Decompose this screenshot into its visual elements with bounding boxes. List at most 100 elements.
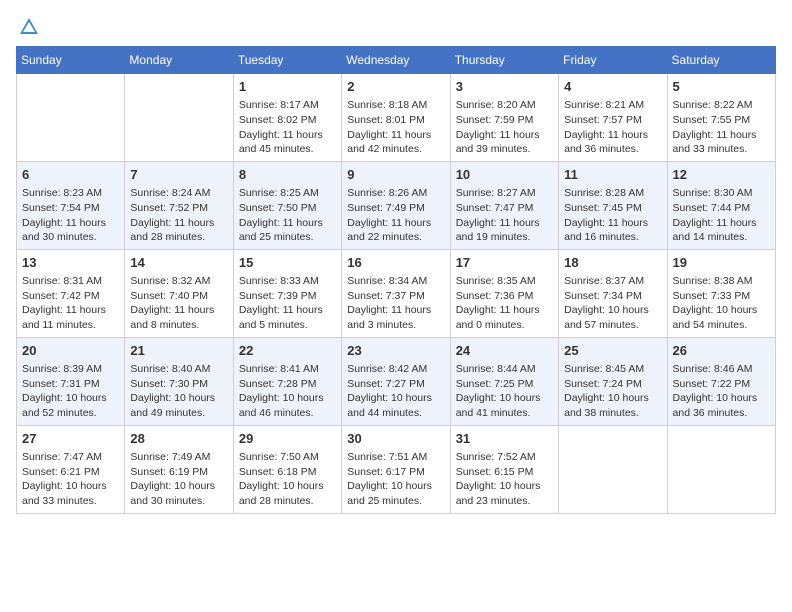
cell-content: Sunrise: 8:25 AM Sunset: 7:50 PM Dayligh… (239, 186, 336, 245)
cell-content: Sunrise: 8:44 AM Sunset: 7:25 PM Dayligh… (456, 362, 553, 421)
cell-content: Sunrise: 8:31 AM Sunset: 7:42 PM Dayligh… (22, 274, 119, 333)
calendar-cell: 25 Sunrise: 8:45 AM Sunset: 7:24 PM Dayli… (559, 337, 667, 425)
calendar-cell: 7 Sunrise: 8:24 AM Sunset: 7:52 PM Daylig… (125, 161, 233, 249)
calendar-cell: 2 Sunrise: 8:18 AM Sunset: 8:01 PM Daylig… (342, 74, 450, 162)
day-number: 25 (564, 342, 661, 360)
page-header (16, 16, 776, 38)
cell-content: Sunrise: 8:23 AM Sunset: 7:54 PM Dayligh… (22, 186, 119, 245)
cell-content: Sunrise: 8:46 AM Sunset: 7:22 PM Dayligh… (673, 362, 770, 421)
calendar-cell: 5Sunrise: 8:22 AM Sunset: 7:55 PM Daylig… (667, 74, 775, 162)
day-header-monday: Monday (125, 47, 233, 74)
calendar-cell (667, 425, 775, 513)
cell-content: Sunrise: 8:40 AM Sunset: 7:30 PM Dayligh… (130, 362, 227, 421)
day-header-sunday: Sunday (17, 47, 125, 74)
cell-content: Sunrise: 8:24 AM Sunset: 7:52 PM Dayligh… (130, 186, 227, 245)
calendar-cell: 29 Sunrise: 7:50 AM Sunset: 6:18 PM Dayli… (233, 425, 341, 513)
cell-content: Sunrise: 8:42 AM Sunset: 7:27 PM Dayligh… (347, 362, 444, 421)
day-number: 2 (347, 78, 444, 96)
day-number: 11 (564, 166, 661, 184)
day-header-wednesday: Wednesday (342, 47, 450, 74)
calendar-cell: 19Sunrise: 8:38 AM Sunset: 7:33 PM Dayli… (667, 249, 775, 337)
calendar-week-row: 27 Sunrise: 7:47 AM Sunset: 6:21 PM Dayli… (17, 425, 776, 513)
cell-content: Sunrise: 8:17 AM Sunset: 8:02 PM Dayligh… (239, 98, 336, 157)
day-number: 10 (456, 166, 553, 184)
calendar-cell (559, 425, 667, 513)
cell-content: Sunrise: 7:51 AM Sunset: 6:17 PM Dayligh… (347, 450, 444, 509)
cell-content: Sunrise: 8:33 AM Sunset: 7:39 PM Dayligh… (239, 274, 336, 333)
calendar-cell: 18 Sunrise: 8:37 AM Sunset: 7:34 PM Dayli… (559, 249, 667, 337)
calendar-cell: 16 Sunrise: 8:34 AM Sunset: 7:37 PM Dayli… (342, 249, 450, 337)
day-number: 15 (239, 254, 336, 272)
calendar-cell: 12 Sunrise: 8:30 AM Sunset: 7:44 PM Dayli… (667, 161, 775, 249)
calendar-cell: 8 Sunrise: 8:25 AM Sunset: 7:50 PM Daylig… (233, 161, 341, 249)
calendar-cell: 14 Sunrise: 8:32 AM Sunset: 7:40 PM Dayli… (125, 249, 233, 337)
calendar-cell: 27 Sunrise: 7:47 AM Sunset: 6:21 PM Dayli… (17, 425, 125, 513)
cell-content: Sunrise: 8:32 AM Sunset: 7:40 PM Dayligh… (130, 274, 227, 333)
cell-content: Sunrise: 8:28 AM Sunset: 7:45 PM Dayligh… (564, 186, 661, 245)
cell-content: Sunrise: 8:26 AM Sunset: 7:49 PM Dayligh… (347, 186, 444, 245)
day-number: 3 (456, 78, 553, 96)
calendar-week-row: 1 Sunrise: 8:17 AM Sunset: 8:02 PM Daylig… (17, 74, 776, 162)
calendar-cell: 17Sunrise: 8:35 AM Sunset: 7:36 PM Dayli… (450, 249, 558, 337)
calendar-week-row: 13Sunrise: 8:31 AM Sunset: 7:42 PM Dayli… (17, 249, 776, 337)
calendar-cell: 13Sunrise: 8:31 AM Sunset: 7:42 PM Dayli… (17, 249, 125, 337)
day-number: 26 (673, 342, 770, 360)
cell-content: Sunrise: 8:21 AM Sunset: 7:57 PM Dayligh… (564, 98, 661, 157)
cell-content: Sunrise: 8:37 AM Sunset: 7:34 PM Dayligh… (564, 274, 661, 333)
day-number: 6 (22, 166, 119, 184)
calendar-week-row: 6 Sunrise: 8:23 AM Sunset: 7:54 PM Daylig… (17, 161, 776, 249)
cell-content: Sunrise: 8:45 AM Sunset: 7:24 PM Dayligh… (564, 362, 661, 421)
cell-content: Sunrise: 8:27 AM Sunset: 7:47 PM Dayligh… (456, 186, 553, 245)
day-number: 8 (239, 166, 336, 184)
calendar-week-row: 20Sunrise: 8:39 AM Sunset: 7:31 PM Dayli… (17, 337, 776, 425)
day-number: 19 (673, 254, 770, 272)
logo (16, 16, 40, 38)
calendar-table: SundayMondayTuesdayWednesdayThursdayFrid… (16, 46, 776, 514)
calendar-cell: 10 Sunrise: 8:27 AM Sunset: 7:47 PM Dayli… (450, 161, 558, 249)
day-number: 22 (239, 342, 336, 360)
cell-content: Sunrise: 8:20 AM Sunset: 7:59 PM Dayligh… (456, 98, 553, 157)
day-number: 30 (347, 430, 444, 448)
day-number: 16 (347, 254, 444, 272)
calendar-cell: 31 Sunrise: 7:52 AM Sunset: 6:15 PM Dayli… (450, 425, 558, 513)
calendar-cell: 23 Sunrise: 8:42 AM Sunset: 7:27 PM Dayli… (342, 337, 450, 425)
day-number: 18 (564, 254, 661, 272)
day-number: 28 (130, 430, 227, 448)
calendar-cell: 1 Sunrise: 8:17 AM Sunset: 8:02 PM Daylig… (233, 74, 341, 162)
day-number: 5 (673, 78, 770, 96)
day-header-saturday: Saturday (667, 47, 775, 74)
cell-content: Sunrise: 7:52 AM Sunset: 6:15 PM Dayligh… (456, 450, 553, 509)
day-number: 14 (130, 254, 227, 272)
day-number: 17 (456, 254, 553, 272)
calendar-cell: 15 Sunrise: 8:33 AM Sunset: 7:39 PM Dayli… (233, 249, 341, 337)
day-number: 27 (22, 430, 119, 448)
calendar-cell: 11 Sunrise: 8:28 AM Sunset: 7:45 PM Dayli… (559, 161, 667, 249)
calendar-cell: 21 Sunrise: 8:40 AM Sunset: 7:30 PM Dayli… (125, 337, 233, 425)
calendar-cell: 3 Sunrise: 8:20 AM Sunset: 7:59 PM Daylig… (450, 74, 558, 162)
day-number: 12 (673, 166, 770, 184)
day-number: 21 (130, 342, 227, 360)
calendar-cell: 22Sunrise: 8:41 AM Sunset: 7:28 PM Dayli… (233, 337, 341, 425)
cell-content: Sunrise: 8:18 AM Sunset: 8:01 PM Dayligh… (347, 98, 444, 157)
cell-content: Sunrise: 7:47 AM Sunset: 6:21 PM Dayligh… (22, 450, 119, 509)
day-number: 29 (239, 430, 336, 448)
day-header-friday: Friday (559, 47, 667, 74)
day-number: 7 (130, 166, 227, 184)
day-number: 24 (456, 342, 553, 360)
calendar-cell: 4 Sunrise: 8:21 AM Sunset: 7:57 PM Daylig… (559, 74, 667, 162)
day-header-thursday: Thursday (450, 47, 558, 74)
cell-content: Sunrise: 7:49 AM Sunset: 6:19 PM Dayligh… (130, 450, 227, 509)
calendar-cell: 26 Sunrise: 8:46 AM Sunset: 7:22 PM Dayli… (667, 337, 775, 425)
cell-content: Sunrise: 7:50 AM Sunset: 6:18 PM Dayligh… (239, 450, 336, 509)
calendar-cell: 20Sunrise: 8:39 AM Sunset: 7:31 PM Dayli… (17, 337, 125, 425)
cell-content: Sunrise: 8:30 AM Sunset: 7:44 PM Dayligh… (673, 186, 770, 245)
calendar-cell: 9Sunrise: 8:26 AM Sunset: 7:49 PM Daylig… (342, 161, 450, 249)
cell-content: Sunrise: 8:39 AM Sunset: 7:31 PM Dayligh… (22, 362, 119, 421)
day-number: 4 (564, 78, 661, 96)
day-header-tuesday: Tuesday (233, 47, 341, 74)
day-number: 1 (239, 78, 336, 96)
calendar-cell: 30 Sunrise: 7:51 AM Sunset: 6:17 PM Dayli… (342, 425, 450, 513)
day-number: 31 (456, 430, 553, 448)
day-number: 23 (347, 342, 444, 360)
cell-content: Sunrise: 8:34 AM Sunset: 7:37 PM Dayligh… (347, 274, 444, 333)
